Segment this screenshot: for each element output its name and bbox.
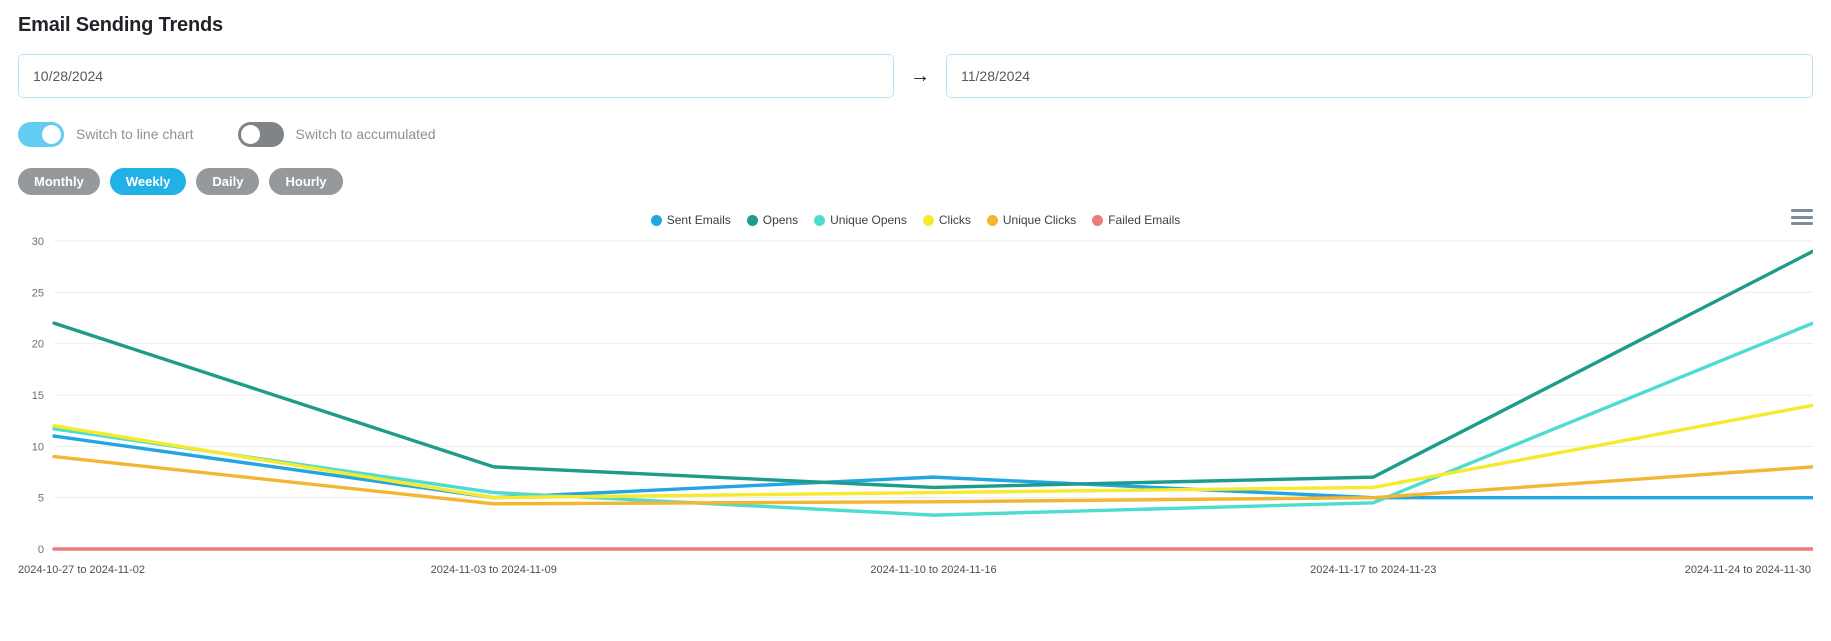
email-sending-trends-page: Email Sending Trends 10/28/2024 → 11/28/… <box>0 0 1831 641</box>
y-axis-tick-label: 15 <box>32 390 44 402</box>
date-range-row: 10/28/2024 → 11/28/2024 <box>18 54 1813 98</box>
toggle-row: Switch to line chart Switch to accumulat… <box>18 120 1813 148</box>
legend-item-clicks[interactable]: Clicks <box>922 213 971 227</box>
legend-label: Failed Emails <box>1108 213 1181 227</box>
legend-color-dot <box>922 214 934 226</box>
x-axis-tick-label: 2024-10-27 to 2024-11-02 <box>18 564 145 576</box>
hamburger-menu-icon[interactable] <box>1791 209 1813 225</box>
toggle-accumulated[interactable] <box>237 121 284 147</box>
legend-item-unique-clicks[interactable]: Unique Clicks <box>986 213 1077 227</box>
y-axis-tick-label: 30 <box>32 236 44 248</box>
date-to-value: 11/28/2024 <box>961 68 1031 84</box>
period-button-hourly[interactable]: Hourly <box>269 168 343 195</box>
legend-label: Unique Opens <box>830 213 907 227</box>
legend-item-failed-emails[interactable]: Failed Emails <box>1092 213 1180 227</box>
toggle-line-chart[interactable] <box>18 121 64 147</box>
period-button-daily[interactable]: Daily <box>196 168 260 195</box>
date-to-input[interactable]: 11/28/2024 <box>946 54 1813 98</box>
page-title: Email Sending Trends <box>18 14 223 36</box>
legend-label: Unique Clicks <box>1002 213 1077 227</box>
toggle-knob <box>240 124 260 144</box>
legend-color-dot <box>746 214 758 226</box>
x-axis-tick-label: 2024-11-17 to 2024-11-23 <box>1310 564 1436 576</box>
y-axis-tick-label: 10 <box>32 441 44 453</box>
toggle-line-chart-label: Switch to line chart <box>76 126 194 142</box>
y-axis-tick-label: 0 <box>38 544 44 556</box>
legend-label: Sent Emails <box>666 213 731 227</box>
legend-color-dot <box>814 214 826 226</box>
period-button-monthly[interactable]: Monthly <box>18 168 100 195</box>
period-button-weekly[interactable]: Weekly <box>109 168 187 195</box>
chart-legend: Sent Emails Opens Unique Opens Clicks Unique… <box>18 209 1813 231</box>
y-axis-tick-label: 5 <box>38 493 44 505</box>
menu-line <box>1791 215 1813 219</box>
date-from-input[interactable]: 10/28/2024 <box>18 54 894 98</box>
toggle-knob <box>42 124 61 144</box>
toggle-accumulated-label: Switch to accumulated <box>295 126 436 142</box>
x-axis-tick-label: 2024-11-10 to 2024-11-16 <box>870 564 996 576</box>
legend-color-dot <box>1092 214 1104 226</box>
date-range-arrow-icon: → <box>910 65 930 87</box>
legend-label: Opens <box>762 213 799 227</box>
menu-line <box>1791 222 1813 225</box>
x-axis-tick-label: 2024-11-03 to 2024-11-09 <box>431 564 557 576</box>
line-chart: 0 5 10 15 20 25 30 2024-10-27 to 2024-11-02 2024… <box>18 236 1813 576</box>
legend-label: Clicks <box>938 213 971 227</box>
legend-item-unique-opens[interactable]: Unique Opens <box>814 213 907 227</box>
menu-line <box>1791 209 1813 212</box>
legend-color-dot <box>650 214 662 226</box>
toggle-accumulated-group: Switch to accumulated <box>237 121 436 147</box>
legend-color-dot <box>986 214 998 226</box>
series-line-opens <box>52 249 1813 490</box>
date-from-value: 10/28/2024 <box>33 68 104 84</box>
legend-item-sent-emails[interactable]: Sent Emails <box>650 213 731 227</box>
x-axis-tick-label: 2024-11-24 to 2024-11-30 <box>1685 564 1811 576</box>
legend-item-opens[interactable]: Opens <box>746 213 799 227</box>
y-axis-tick-label: 20 <box>32 339 44 351</box>
y-axis-tick-label: 25 <box>32 287 44 299</box>
chart-container: Sent Emails Opens Unique Opens Clicks Unique… <box>18 209 1813 591</box>
toggle-line-chart-group: Switch to line chart <box>18 121 194 147</box>
period-button-group: Monthly Weekly Daily Hourly <box>18 168 1813 195</box>
